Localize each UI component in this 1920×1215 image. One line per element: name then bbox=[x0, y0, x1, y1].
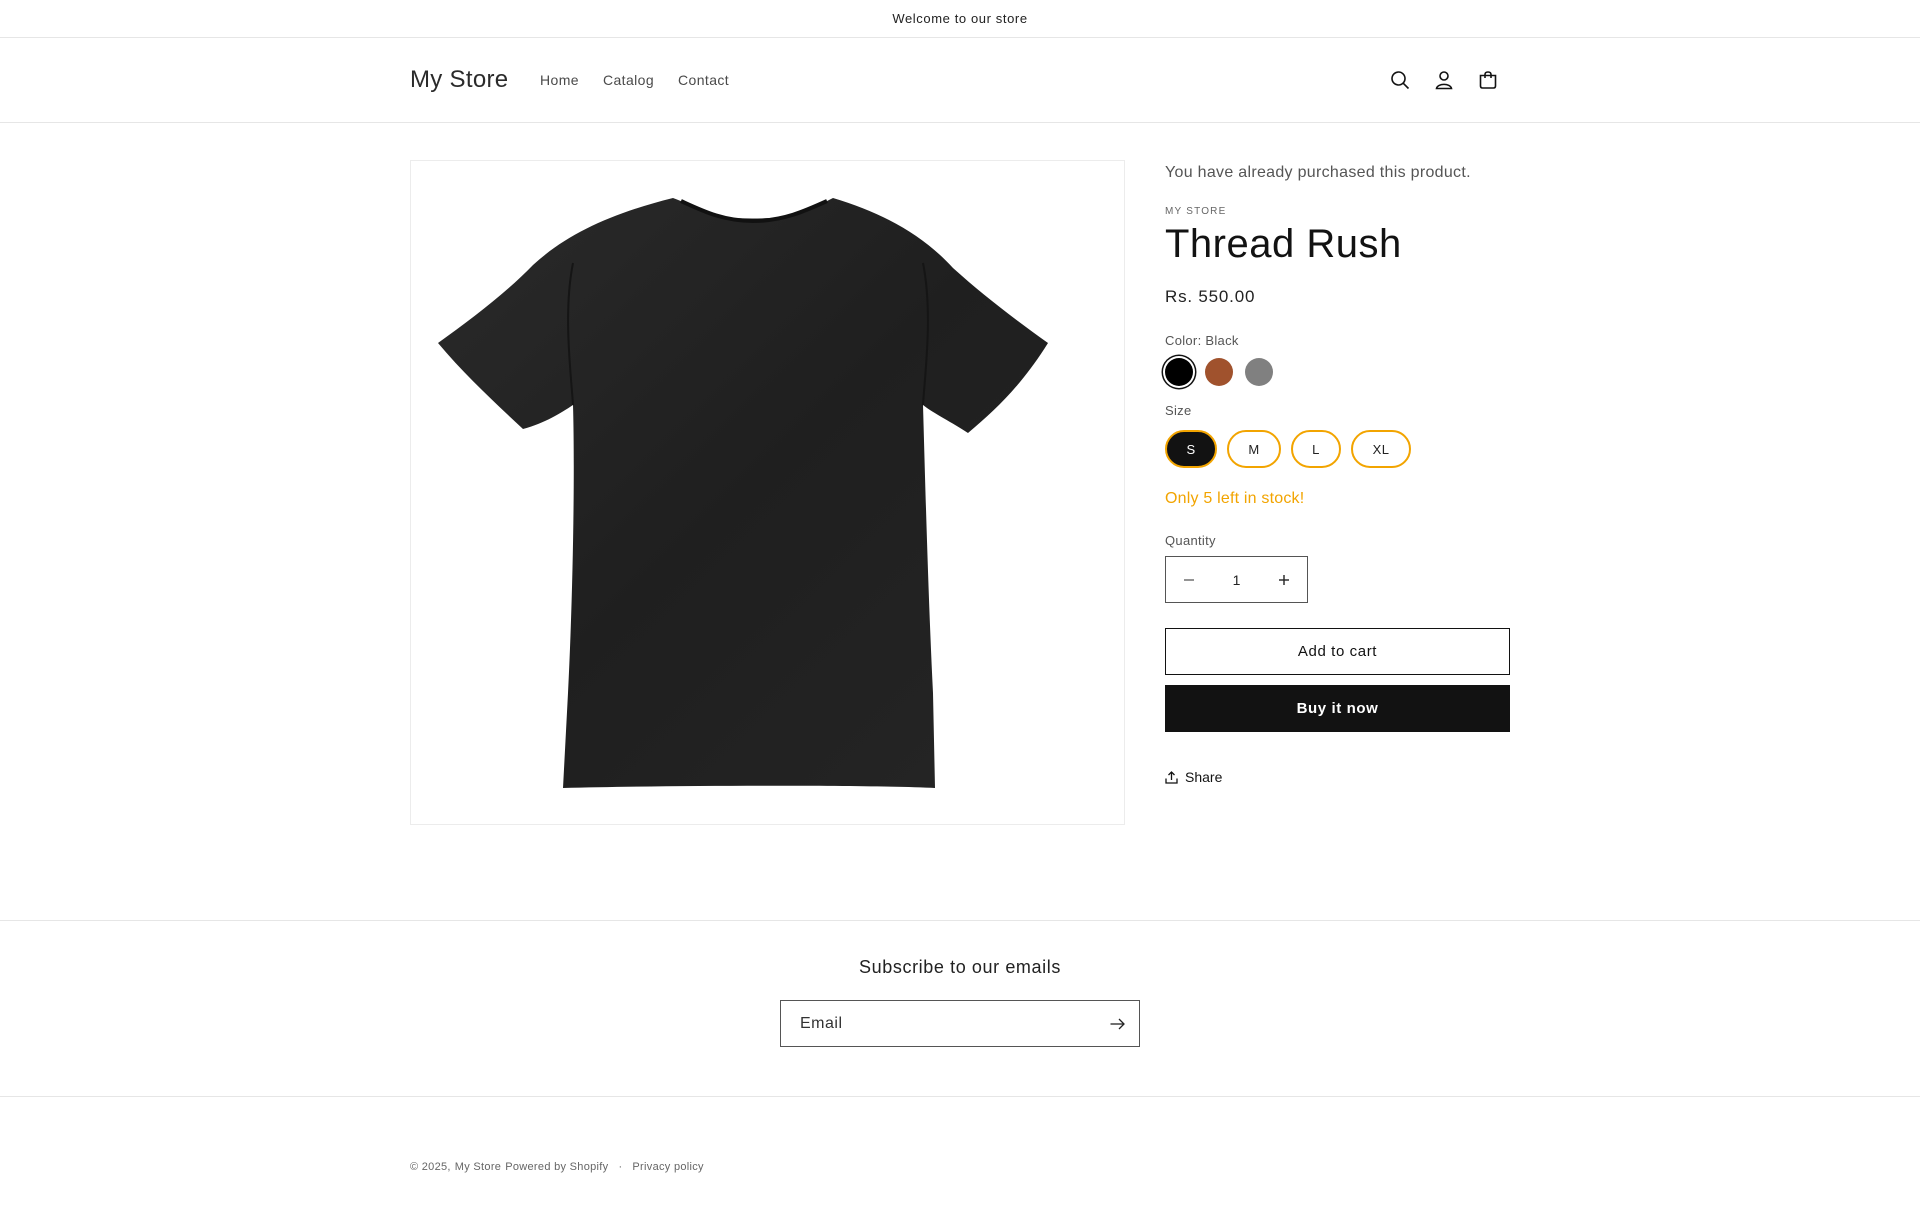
quantity-stepper: 1 bbox=[1165, 556, 1308, 603]
newsletter-title: Subscribe to our emails bbox=[859, 957, 1061, 977]
footer-powered-by[interactable]: Powered by Shopify bbox=[505, 1161, 608, 1173]
color-swatch-brown[interactable] bbox=[1205, 358, 1233, 386]
size-option-l[interactable]: L bbox=[1291, 430, 1341, 468]
store-logo[interactable]: My Store bbox=[410, 66, 508, 94]
nav-contact[interactable]: Contact bbox=[678, 72, 729, 88]
main-nav: Home Catalog Contact bbox=[540, 72, 729, 88]
product-vendor: MY STORE bbox=[1165, 206, 1227, 217]
subscribe-button[interactable] bbox=[1095, 1001, 1139, 1046]
footer-copyright: © 2025, bbox=[410, 1161, 451, 1173]
size-options: S M L XL bbox=[1165, 430, 1411, 468]
stock-message: Only 5 left in stock! bbox=[1165, 490, 1305, 507]
newsletter-form bbox=[780, 1000, 1140, 1047]
quantity-label: Quantity bbox=[1165, 533, 1216, 548]
share-label: Share bbox=[1185, 769, 1223, 785]
share-icon bbox=[1165, 770, 1178, 784]
size-option-m[interactable]: M bbox=[1227, 430, 1281, 468]
product-title: Thread Rush bbox=[1165, 222, 1402, 266]
account-icon[interactable] bbox=[1432, 68, 1456, 92]
share-button[interactable]: Share bbox=[1165, 769, 1222, 785]
site-header: My Store Home Catalog Contact bbox=[0, 38, 1920, 123]
color-swatch-gray[interactable] bbox=[1245, 358, 1273, 386]
newsletter-section: Subscribe to our emails bbox=[0, 920, 1920, 1097]
buy-now-button[interactable]: Buy it now bbox=[1165, 685, 1510, 732]
cart-icon[interactable] bbox=[1476, 68, 1500, 92]
color-label: Color: Black bbox=[1165, 333, 1239, 348]
size-label: Size bbox=[1165, 403, 1192, 418]
footer-privacy-link[interactable]: Privacy policy bbox=[632, 1161, 703, 1173]
tshirt-image bbox=[437, 197, 1048, 788]
footer-separator: · bbox=[618, 1161, 623, 1173]
minus-icon bbox=[1184, 578, 1194, 581]
size-option-xl[interactable]: XL bbox=[1351, 430, 1411, 468]
plus-icon bbox=[1278, 574, 1289, 585]
nav-catalog[interactable]: Catalog bbox=[603, 72, 654, 88]
size-option-s[interactable]: S bbox=[1165, 430, 1217, 468]
purchased-notice: You have already purchased this product. bbox=[1165, 164, 1471, 181]
quantity-increase-button[interactable] bbox=[1261, 557, 1307, 602]
color-swatch-black[interactable] bbox=[1165, 358, 1193, 386]
announcement-text: Welcome to our store bbox=[892, 11, 1028, 26]
quantity-decrease-button[interactable] bbox=[1166, 557, 1212, 602]
add-to-cart-button[interactable]: Add to cart bbox=[1165, 628, 1510, 675]
product-price: Rs. 550.00 bbox=[1165, 287, 1256, 306]
color-swatches bbox=[1165, 358, 1273, 386]
announcement-bar: Welcome to our store bbox=[0, 0, 1920, 38]
search-icon[interactable] bbox=[1388, 68, 1412, 92]
header-icons bbox=[1388, 68, 1500, 92]
quantity-input[interactable]: 1 bbox=[1233, 572, 1241, 588]
footer-store-link[interactable]: My Store bbox=[455, 1161, 501, 1173]
product-image[interactable] bbox=[410, 160, 1125, 825]
nav-home[interactable]: Home bbox=[540, 72, 579, 88]
arrow-right-icon bbox=[1110, 1018, 1125, 1029]
email-field[interactable] bbox=[781, 1001, 1095, 1046]
footer: © 2025, My Store Powered by Shopify · Pr… bbox=[410, 1161, 704, 1173]
